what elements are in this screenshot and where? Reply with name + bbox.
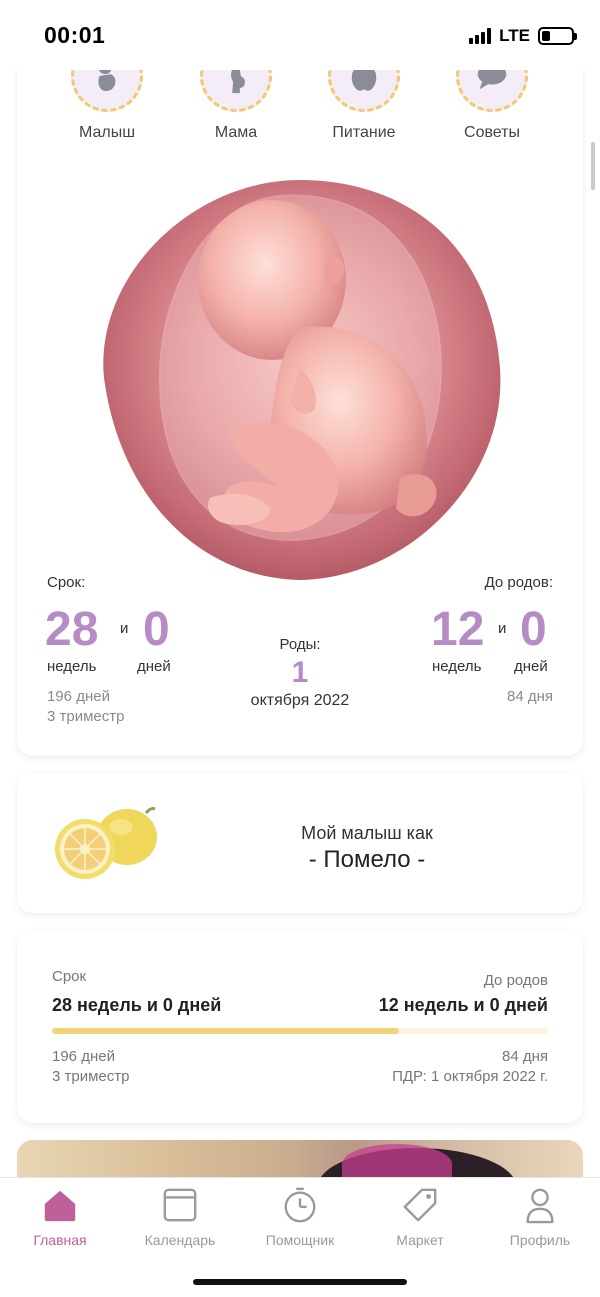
tab-calendar[interactable]: Календарь xyxy=(120,1186,240,1248)
remaining-weeks: 12 xyxy=(431,603,485,656)
progress-remaining-value: 12 недель и 0 дней xyxy=(378,995,548,1015)
progress-days: 196 дней xyxy=(52,1048,115,1065)
term-weeks: 28 xyxy=(45,603,99,656)
progress-bar-fill xyxy=(52,1028,400,1034)
birth-label: Роды: xyxy=(279,636,321,653)
term-conjunction: и xyxy=(120,620,129,637)
progress-term-label: Срок xyxy=(52,968,87,985)
home-icon xyxy=(44,1190,76,1222)
tab-label: Главная xyxy=(33,1232,87,1248)
quick-nav-label: Мама xyxy=(214,124,258,141)
total-days: 196 дней xyxy=(47,688,110,705)
baby-size-fruit: - Помело - xyxy=(308,846,426,873)
status-indicators: LTE xyxy=(469,26,577,46)
tab-label: Маркет xyxy=(396,1232,444,1248)
quick-nav-label: Советы xyxy=(464,124,520,141)
remaining-total-days: 84 дня xyxy=(506,688,553,705)
quick-nav-baby[interactable]: Малыш xyxy=(52,40,162,142)
tab-label: Профиль xyxy=(509,1232,571,1248)
tab-assistant[interactable]: Помощник xyxy=(240,1186,360,1248)
term-days: 0 xyxy=(143,603,170,656)
quick-nav-mom[interactable]: Мама xyxy=(181,40,291,142)
quick-nav-label: Питание xyxy=(332,124,396,141)
fetus-illustration xyxy=(100,178,502,582)
term-label: Срок: xyxy=(47,574,86,591)
tab-bar: Главная Календарь Помощник Маркет Профил… xyxy=(0,1177,600,1297)
term-weeks-unit: недель xyxy=(47,658,97,675)
remaining-label: До родов: xyxy=(484,574,553,591)
status-bar: 00:01 LTE xyxy=(0,0,600,70)
quick-nav-nutrition[interactable]: Питание xyxy=(309,40,419,142)
tab-profile[interactable]: Профиль xyxy=(480,1186,600,1248)
term-days-unit: дней xyxy=(137,658,171,675)
quick-nav-tips[interactable]: Советы xyxy=(437,40,547,142)
remaining-weeks-unit: недель xyxy=(432,658,482,675)
tab-label: Помощник xyxy=(265,1232,335,1248)
quick-nav-label: Малыш xyxy=(78,124,136,141)
remaining-days: 0 xyxy=(520,603,547,656)
pomelo-icon xyxy=(55,807,157,879)
battery-level xyxy=(542,31,551,41)
quick-nav: Малыш Мама Питание Советы xyxy=(17,40,583,160)
home-indicator[interactable] xyxy=(193,1279,407,1285)
baby-size-card[interactable]: Мой малыш как - Помело - xyxy=(17,773,583,913)
battery-icon xyxy=(538,27,577,45)
remaining-days-unit: дней xyxy=(514,658,548,675)
progress-trimester: 3 триместр xyxy=(52,1068,130,1085)
progress-remaining-days: 84 дня xyxy=(501,1048,548,1065)
progress-bar xyxy=(52,1028,548,1034)
progress-due-date: ПДР: 1 октября 2022 г. xyxy=(392,1068,548,1085)
tab-market[interactable]: Маркет xyxy=(360,1186,480,1248)
birth-day: 1 xyxy=(291,656,309,689)
timer-icon xyxy=(284,1187,316,1223)
progress-card: Срок 28 недель и 0 дней До родов 12 неде… xyxy=(17,931,583,1123)
remaining-conjunction: и xyxy=(498,620,507,637)
price-tag-icon xyxy=(403,1188,437,1222)
calendar-icon xyxy=(163,1188,197,1222)
status-time: 00:01 xyxy=(44,22,106,48)
tab-label: Календарь xyxy=(144,1232,216,1248)
network-type: LTE xyxy=(499,26,530,45)
baby-size-intro: Мой малыш как xyxy=(301,823,433,843)
signal-icon xyxy=(469,28,492,44)
tab-home[interactable]: Главная xyxy=(0,1186,120,1248)
profile-icon xyxy=(526,1188,554,1224)
trimester: 3 триместр xyxy=(47,708,125,725)
progress-remaining-label: До родов xyxy=(483,972,548,989)
pregnancy-stats: Срок: 28 и 0 недель дней 196 дней 3 трим… xyxy=(17,572,583,742)
birth-month: октября 2022 xyxy=(250,692,350,709)
scrollbar[interactable] xyxy=(591,142,595,190)
progress-term-value: 28 недель и 0 дней xyxy=(52,995,222,1015)
